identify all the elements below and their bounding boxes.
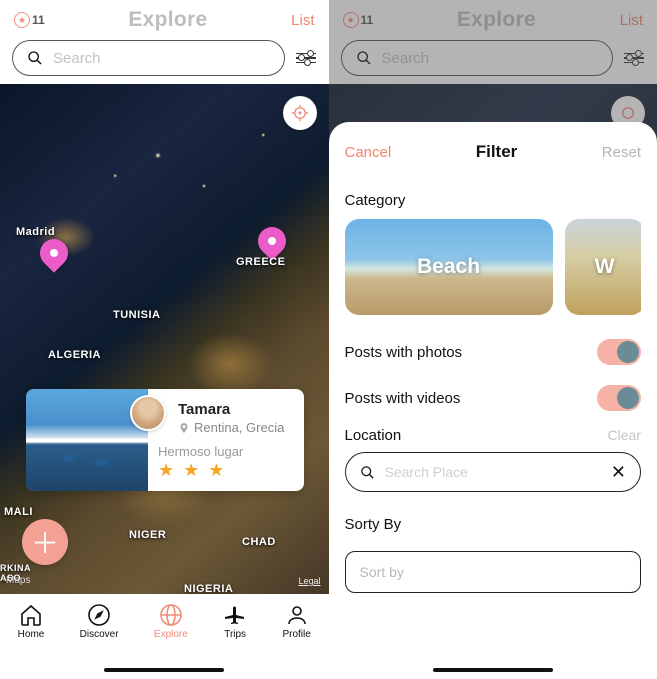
search-icon: [360, 465, 375, 480]
map-pin[interactable]: [34, 233, 74, 273]
place-card[interactable]: Tamara Rentina, Grecia Hermoso lugar ★ ★…: [26, 389, 304, 491]
card-user-name: Tamara: [178, 401, 294, 418]
explore-map-screen: ★ 11 Explore List Madrid GREECE TUNISIA …: [0, 0, 329, 679]
sortby-placeholder: Sort by: [360, 564, 404, 580]
map-label: TUNISIA: [113, 309, 161, 321]
search-input[interactable]: [53, 50, 270, 67]
map-attribution: Maps: [6, 575, 30, 586]
tab-trips[interactable]: Trips: [223, 603, 247, 640]
category-name: W: [595, 255, 615, 279]
tab-label: Explore: [154, 629, 188, 640]
tab-label: Home: [18, 629, 45, 640]
filter-sheet: Cancel Filter Reset Category Beach W Pos…: [329, 122, 657, 679]
home-indicator: [433, 668, 553, 672]
clear-location-button[interactable]: Clear: [608, 427, 641, 443]
page-title: Explore: [128, 8, 207, 32]
category-card[interactable]: W: [565, 219, 642, 315]
plane-icon: [223, 603, 247, 627]
compass-icon: [87, 603, 111, 627]
search-bar[interactable]: [12, 40, 285, 76]
location-row: Location Clear: [345, 427, 642, 444]
cancel-button[interactable]: Cancel: [345, 144, 392, 161]
toggle-label: Posts with photos: [345, 344, 463, 361]
category-card-beach[interactable]: Beach: [345, 219, 553, 315]
location-input[interactable]: [385, 464, 601, 480]
search-row: [0, 36, 329, 84]
location-search-bar[interactable]: ✕: [345, 452, 642, 492]
points-badge[interactable]: ★ 11: [14, 12, 45, 28]
category-name: Beach: [417, 255, 480, 279]
avatar: [130, 395, 166, 431]
profile-icon: [285, 603, 309, 627]
globe-icon: [159, 603, 183, 627]
points-count: 11: [32, 13, 45, 27]
map-label: ALGERIA: [48, 349, 101, 361]
map-label: NIGER: [129, 529, 166, 541]
close-icon[interactable]: ✕: [611, 462, 626, 483]
tab-explore[interactable]: Explore: [154, 603, 188, 640]
sheet-header: Cancel Filter Reset: [345, 142, 642, 162]
card-location: Rentina, Grecia: [178, 420, 294, 435]
toggle-photos[interactable]: [597, 339, 641, 365]
tab-discover[interactable]: Discover: [80, 603, 119, 640]
sortby-select[interactable]: Sort by: [345, 551, 642, 593]
header: ★ 11 Explore List: [0, 0, 329, 36]
map-pin[interactable]: [252, 221, 292, 261]
locate-button[interactable]: [283, 96, 317, 130]
tab-home[interactable]: Home: [18, 603, 45, 640]
map-label: GREECE: [236, 256, 285, 268]
category-label: Category: [345, 192, 642, 209]
reset-button[interactable]: Reset: [602, 144, 641, 161]
map-legal[interactable]: Legal: [298, 576, 320, 586]
search-icon: [27, 50, 43, 66]
tab-profile[interactable]: Profile: [282, 603, 310, 640]
tab-label: Discover: [80, 629, 119, 640]
tab-bar: Home Discover Explore Trips Profile: [0, 595, 329, 679]
filter-icon[interactable]: [295, 47, 317, 69]
card-rating: ★ ★ ★: [158, 460, 294, 481]
tab-label: Trips: [224, 629, 246, 640]
toggle-row-photos: Posts with photos: [345, 329, 642, 375]
filter-title: Filter: [476, 142, 518, 162]
location-label: Location: [345, 427, 402, 444]
category-row[interactable]: Beach W: [345, 219, 642, 315]
card-caption: Hermoso lugar: [158, 444, 294, 459]
place-thumbnail: [26, 389, 148, 491]
star-icon: ★: [14, 12, 30, 28]
map-label: CHAD: [242, 536, 276, 548]
add-button[interactable]: ＋: [22, 519, 68, 565]
toggle-videos[interactable]: [597, 385, 641, 411]
card-body: Tamara Rentina, Grecia Hermoso lugar ★ ★…: [148, 389, 304, 491]
sortby-label: Sorty By: [345, 516, 642, 533]
map-label: Madrid: [16, 226, 55, 238]
list-toggle[interactable]: List: [291, 12, 314, 29]
map-label: MALI: [4, 506, 33, 518]
toggle-label: Posts with videos: [345, 390, 461, 407]
home-indicator: [104, 668, 224, 672]
map-label: NIGERIA: [184, 583, 233, 594]
filter-sheet-screen: ★11 Explore List Cancel Filter Reset Cat…: [329, 0, 657, 679]
card-location-text: Rentina, Grecia: [194, 420, 284, 435]
home-icon: [19, 603, 43, 627]
tab-label: Profile: [282, 629, 310, 640]
map[interactable]: Madrid GREECE TUNISIA ALGERIA MALI NIGER…: [0, 84, 329, 594]
pin-icon: [178, 422, 190, 434]
toggle-row-videos: Posts with videos: [345, 375, 642, 421]
